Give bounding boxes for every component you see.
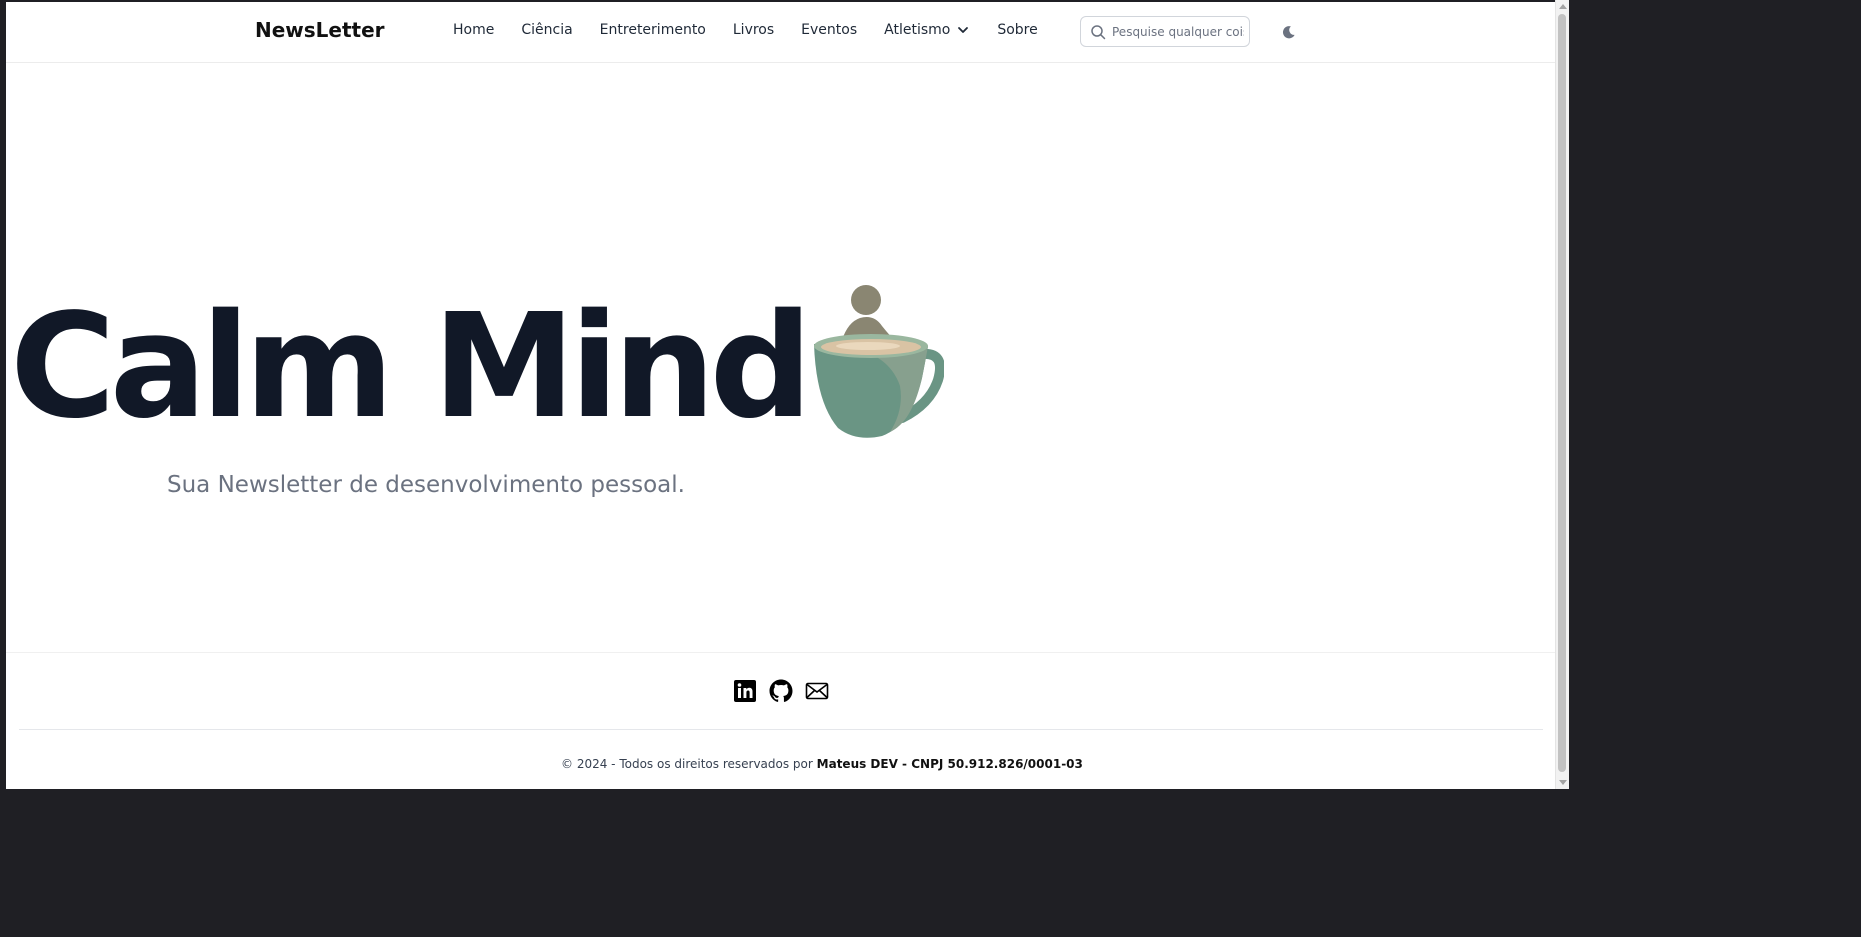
search-box[interactable] xyxy=(1080,16,1250,47)
copyright-text: © 2024 - Todos os direitos reservados po… xyxy=(561,757,1083,771)
search-icon xyxy=(1091,24,1106,39)
page: NewsLetter Home Ciência Entreterimento L… xyxy=(6,2,1555,789)
nav-atletismo-label: Atletismo xyxy=(884,22,951,38)
scroll-up-arrow-icon[interactable] xyxy=(1559,4,1567,9)
top-navbar: NewsLetter Home Ciência Entreterimento L… xyxy=(6,2,1555,63)
email-icon[interactable] xyxy=(805,679,829,703)
brand-logo[interactable]: NewsLetter xyxy=(255,18,385,42)
main-nav: Home Ciência Entreterimento Livros Event… xyxy=(453,22,1065,38)
scrollbar-thumb[interactable] xyxy=(1558,14,1566,772)
nav-livros[interactable]: Livros xyxy=(733,22,774,38)
linkedin-icon[interactable] xyxy=(733,679,757,703)
footer-divider xyxy=(19,729,1543,730)
hero-title: Calm Mind xyxy=(10,282,813,450)
nav-home[interactable]: Home xyxy=(453,22,494,38)
page-scrollbar[interactable] xyxy=(1555,0,1569,789)
moon-icon[interactable] xyxy=(1281,25,1296,40)
coffee-cup-illustration xyxy=(814,285,944,438)
github-icon[interactable] xyxy=(769,679,793,703)
copyright-prefix: © 2024 - Todos os direitos reservados po… xyxy=(561,757,813,771)
hero-subtitle: Sua Newsletter de desenvolvimento pessoa… xyxy=(167,472,685,498)
nav-atletismo-dropdown[interactable]: Atletismo xyxy=(884,22,970,38)
nav-entreterimento[interactable]: Entreterimento xyxy=(600,22,706,38)
search-input[interactable] xyxy=(1112,24,1244,39)
chevron-down-icon xyxy=(958,27,969,33)
social-links xyxy=(733,679,841,703)
copyright-owner[interactable]: Mateus DEV - CNPJ 50.912.826/0001-03 xyxy=(817,757,1083,771)
nav-ciencia[interactable]: Ciência xyxy=(521,22,572,38)
footer-top-border xyxy=(6,652,1555,653)
nav-sobre[interactable]: Sobre xyxy=(997,22,1037,38)
nav-eventos[interactable]: Eventos xyxy=(801,22,857,38)
scroll-down-arrow-icon[interactable] xyxy=(1559,780,1567,785)
